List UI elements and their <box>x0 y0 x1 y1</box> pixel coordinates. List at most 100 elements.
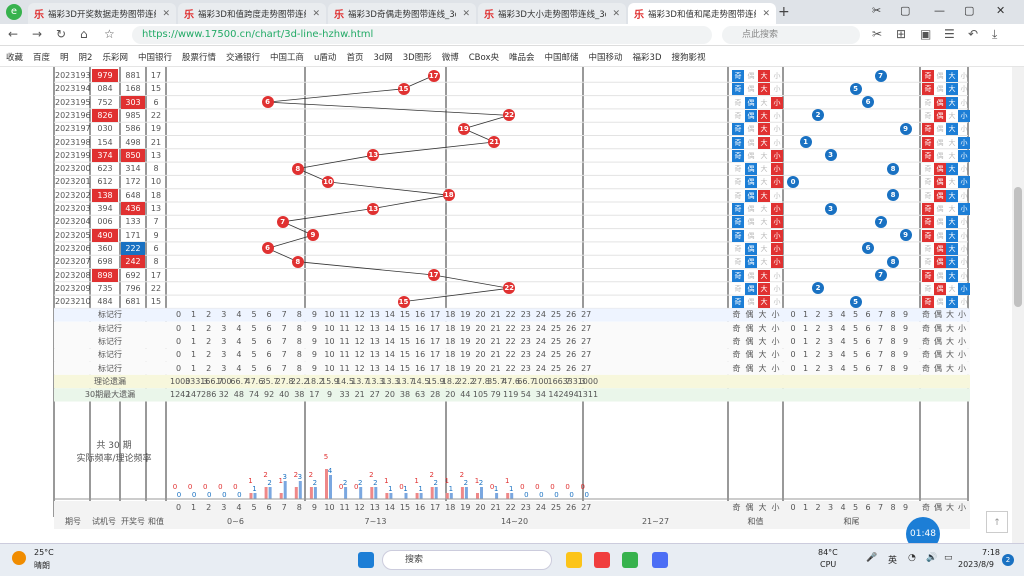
mark-digit-cell: 11 <box>339 337 350 346</box>
start-icon[interactable] <box>358 552 374 568</box>
grid-icon[interactable]: ⊞ <box>896 27 906 41</box>
tab-2[interactable]: 乐福彩3D奇偶走势图带连线_3d... ✕ <box>328 3 476 24</box>
mic-icon[interactable]: 🎤 <box>866 553 877 563</box>
mark-digit-cell: 25 <box>550 323 562 333</box>
browser-logo-icon[interactable]: e <box>6 4 22 20</box>
mark-digit-cell: 11 <box>339 323 350 333</box>
bar-actual <box>415 493 419 499</box>
address-bar[interactable]: https://www.17500.cn/chart/3d-line-hzhw.… <box>132 26 712 44</box>
bookmark-item[interactable]: 收藏 <box>6 51 23 63</box>
bookmark-item[interactable]: 3D图形 <box>403 51 432 63</box>
parity-tag: 小 <box>773 271 781 280</box>
tail-parity-tag: 大 <box>948 111 956 120</box>
close-tab-icon[interactable]: ✕ <box>462 9 470 19</box>
mark-digit-cell: 12 <box>354 310 365 320</box>
bookmark-item[interactable]: 阴2 <box>79 51 93 63</box>
bookmark-item[interactable]: 福彩3D <box>633 51 662 63</box>
menu-icon[interactable]: ☰ <box>944 27 955 41</box>
chat-icon[interactable]: ▣ <box>920 27 931 41</box>
mark-digit-cell: 16 <box>415 363 426 373</box>
volume-icon[interactable]: 🔊 <box>926 553 937 563</box>
clock-date[interactable]: 2023/8/9 <box>958 560 994 569</box>
bookmark-item[interactable]: 首页 <box>346 51 363 63</box>
minimize-icon[interactable]: — <box>934 4 945 17</box>
bookmark-item[interactable]: 微博 <box>442 51 459 63</box>
bookmark-item[interactable]: 股票行情 <box>182 51 216 63</box>
mark-tail-parity-cell: 奇 <box>922 323 930 333</box>
forward-icon[interactable]: → <box>32 27 42 41</box>
download-icon[interactable]: ⤓ <box>992 27 997 42</box>
notes-icon[interactable] <box>652 552 668 568</box>
mark-digit-cell: 3 <box>221 323 227 333</box>
tab-0[interactable]: 乐福彩3D开奖数据走势图带连线 ✕ <box>28 3 176 24</box>
close-tab-icon[interactable]: ✕ <box>612 9 620 19</box>
scissors-icon[interactable]: ✂ <box>872 27 882 41</box>
browser-taskbar-icon[interactable] <box>622 552 638 568</box>
app-icon[interactable] <box>594 552 610 568</box>
scroll-thumb[interactable] <box>1014 187 1022 307</box>
tail-parity-tag: 偶 <box>936 218 944 227</box>
footer-digit: 2 <box>206 503 212 512</box>
footer-group-label: 0~6 <box>227 517 244 526</box>
wifi-icon[interactable]: ◔ <box>908 553 916 563</box>
mark-digit-cell: 27 <box>581 363 592 373</box>
bookmark-item[interactable]: CBox央 <box>469 51 499 63</box>
weather-icon[interactable] <box>12 551 26 565</box>
input-lang[interactable]: 英 <box>888 553 897 566</box>
parity-tag: 偶 <box>747 205 755 213</box>
close-tab-icon[interactable]: ✕ <box>162 9 170 19</box>
bookmark-item[interactable]: 搜狗影视 <box>672 51 706 63</box>
home-icon[interactable]: ⌂ <box>80 27 88 41</box>
new-tab-icon[interactable]: + <box>778 4 790 20</box>
bookmark-item[interactable]: 中国银行 <box>138 51 172 63</box>
prize-number-cell: 850 <box>121 148 145 162</box>
tail-parity-tag: 小 <box>960 85 968 94</box>
undo-icon[interactable]: ↶ <box>968 27 978 41</box>
bookmark-item[interactable]: 交通银行 <box>226 51 260 63</box>
bookmark-item[interactable]: 百度 <box>33 51 50 63</box>
tab-1[interactable]: 乐福彩3D和值跨度走势图带连线 ✕ <box>178 3 326 24</box>
bookmark-item[interactable]: 中国邮储 <box>545 51 579 63</box>
bookmark-item[interactable]: 明 <box>60 51 69 63</box>
mark-digit-cell: 24 <box>535 337 546 346</box>
floating-timer[interactable]: 01:48 <box>906 517 940 543</box>
parity-tag: 小 <box>771 229 783 242</box>
tile-icon[interactable]: ▢ <box>900 4 910 17</box>
back-to-top-icon[interactable]: ↑ <box>986 511 1008 533</box>
footer-digit: 6 <box>266 503 272 512</box>
explorer-icon[interactable] <box>566 552 582 568</box>
parity-tag: 大 <box>758 282 770 295</box>
mark-tail-cell: 8 <box>890 363 896 373</box>
tail-parity-tag: 偶 <box>934 256 946 269</box>
back-icon[interactable]: ← <box>8 27 18 41</box>
tail-ball: 8 <box>887 255 899 268</box>
close-tab-icon[interactable]: ✕ <box>762 9 770 19</box>
notification-badge[interactable]: 2 <box>1002 554 1014 566</box>
search-input[interactable]: 点此搜索 <box>722 26 860 44</box>
reload-icon[interactable]: ↻ <box>56 27 66 41</box>
issue-cell: 2023195 <box>55 97 91 107</box>
mark-tail-cell: 7 <box>877 350 884 360</box>
mark-tail-parity-cell: 奇 <box>922 363 930 373</box>
bookmark-item[interactable]: 3d网 <box>373 51 392 63</box>
issue-cell: 2023201 <box>55 177 91 187</box>
bookmark-item[interactable]: 中国移动 <box>589 51 623 63</box>
bookmark-item[interactable]: 乐彩网 <box>102 51 128 63</box>
tab-3[interactable]: 乐福彩3D大小走势图带连线_3d... ✕ <box>478 3 626 24</box>
close-window-icon[interactable]: ✕ <box>996 4 1005 17</box>
bookmark-item[interactable]: 中国工商 <box>270 51 304 63</box>
mark-tail-cell: 1 <box>802 310 809 320</box>
close-tab-icon[interactable]: ✕ <box>312 9 320 19</box>
pin-icon[interactable]: ✂ <box>872 4 881 17</box>
battery-icon[interactable]: ▭ <box>944 553 953 563</box>
clock-time[interactable]: 7:18 <box>972 548 1000 557</box>
bookmark-item[interactable]: u盾动 <box>314 51 336 63</box>
bookmark-item[interactable]: 唯品会 <box>509 51 535 63</box>
scrollbar[interactable] <box>1012 67 1024 543</box>
tab-4[interactable]: 乐福彩3D和值和尾走势图带连线 ✕ <box>628 3 776 24</box>
bar-label-actual: 2 <box>460 471 464 479</box>
maximize-icon[interactable]: ▢ <box>964 4 974 17</box>
mark-digit-cell: 5 <box>251 363 257 373</box>
taskbar-search[interactable]: 搜索 <box>382 550 552 570</box>
star-icon[interactable]: ☆ <box>104 27 115 41</box>
